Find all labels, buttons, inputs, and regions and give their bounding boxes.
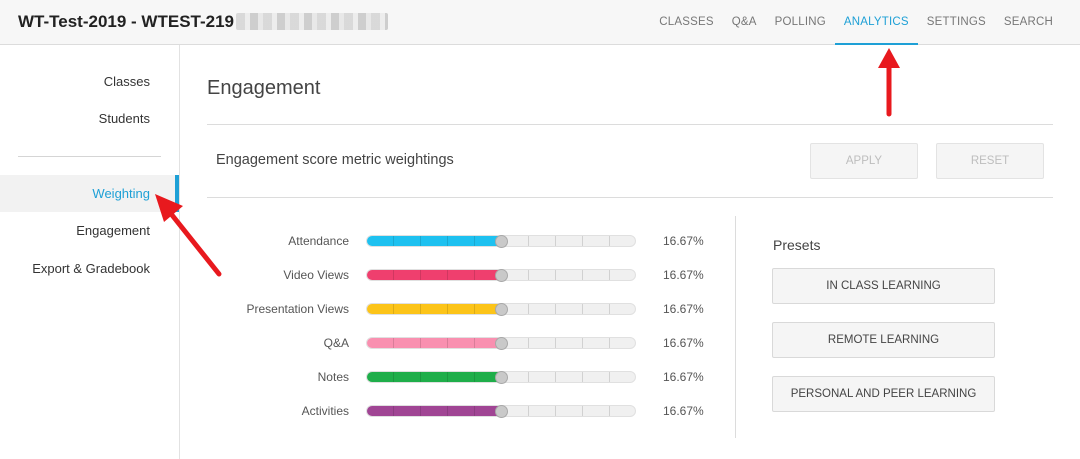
- vertical-divider: [735, 216, 736, 438]
- reset-button[interactable]: RESET: [936, 143, 1044, 179]
- metric-label-qa: Q&A: [323, 336, 349, 350]
- metric-percent: 16.67%: [663, 370, 704, 384]
- redacted-course-id: [236, 13, 388, 30]
- preset-remote-learning-button[interactable]: REMOTE LEARNING: [772, 322, 995, 358]
- nav-analytics[interactable]: ANALYTICS: [834, 0, 918, 45]
- presets-title: Presets: [773, 237, 821, 253]
- metric-label-activities: Activities: [301, 404, 349, 418]
- metric-label-attendance: Attendance: [288, 234, 349, 248]
- slider-handle[interactable]: [494, 303, 508, 316]
- metric-label-notes: Notes: [317, 370, 349, 384]
- nav-settings[interactable]: SETTINGS: [918, 0, 995, 45]
- sidebar-item-engagement[interactable]: Engagement: [76, 223, 150, 238]
- nav-polling[interactable]: POLLING: [766, 0, 835, 45]
- sidebar-item-classes[interactable]: Classes: [104, 74, 150, 89]
- metric-percent: 16.67%: [663, 268, 704, 282]
- metric-percent: 16.67%: [663, 404, 704, 418]
- metric-label-presentation-views: Presentation Views: [246, 302, 349, 316]
- divider: [207, 124, 1053, 125]
- nav-search[interactable]: SEARCH: [995, 0, 1062, 45]
- sidebar-active-indicator: [175, 175, 179, 212]
- annotation-arrow-analytics: [878, 48, 900, 117]
- slider-handle[interactable]: [494, 371, 508, 384]
- page-title: Engagement: [207, 77, 321, 99]
- top-bar: WT-Test-2019 - WTEST-219 CLASSES Q&A POL…: [0, 0, 1080, 45]
- section-title: Engagement score metric weightings: [216, 152, 454, 168]
- nav-classes[interactable]: CLASSES: [650, 0, 722, 45]
- preset-in-class-learning-button[interactable]: IN CLASS LEARNING: [772, 268, 995, 304]
- metric-label-video-views: Video Views: [283, 268, 349, 282]
- divider: [207, 197, 1053, 198]
- slider-handle[interactable]: [494, 235, 508, 248]
- nav-qa[interactable]: Q&A: [723, 0, 766, 45]
- sidebar-item-export-gradebook[interactable]: Export & Gradebook: [32, 261, 150, 276]
- sidebar-item-weighting[interactable]: Weighting: [92, 186, 150, 201]
- preset-personal-peer-learning-button[interactable]: PERSONAL AND PEER LEARNING: [772, 376, 995, 412]
- top-nav: CLASSES Q&A POLLING ANALYTICS SETTINGS S…: [650, 0, 1062, 45]
- sidebar-active-highlight: [0, 175, 179, 212]
- sidebar: Classes Students Weighting Engagement Ex…: [0, 45, 180, 459]
- sidebar-divider: [18, 156, 161, 157]
- slider-handle[interactable]: [494, 337, 508, 350]
- metric-percent: 16.67%: [663, 234, 704, 248]
- apply-button[interactable]: APPLY: [810, 143, 918, 179]
- slider-handle[interactable]: [494, 405, 508, 418]
- course-title: WT-Test-2019 - WTEST-219: [18, 12, 235, 31]
- slider-handle[interactable]: [494, 269, 508, 282]
- metric-percent: 16.67%: [663, 336, 704, 350]
- metric-percent: 16.67%: [663, 302, 704, 316]
- sidebar-item-students[interactable]: Students: [99, 111, 150, 126]
